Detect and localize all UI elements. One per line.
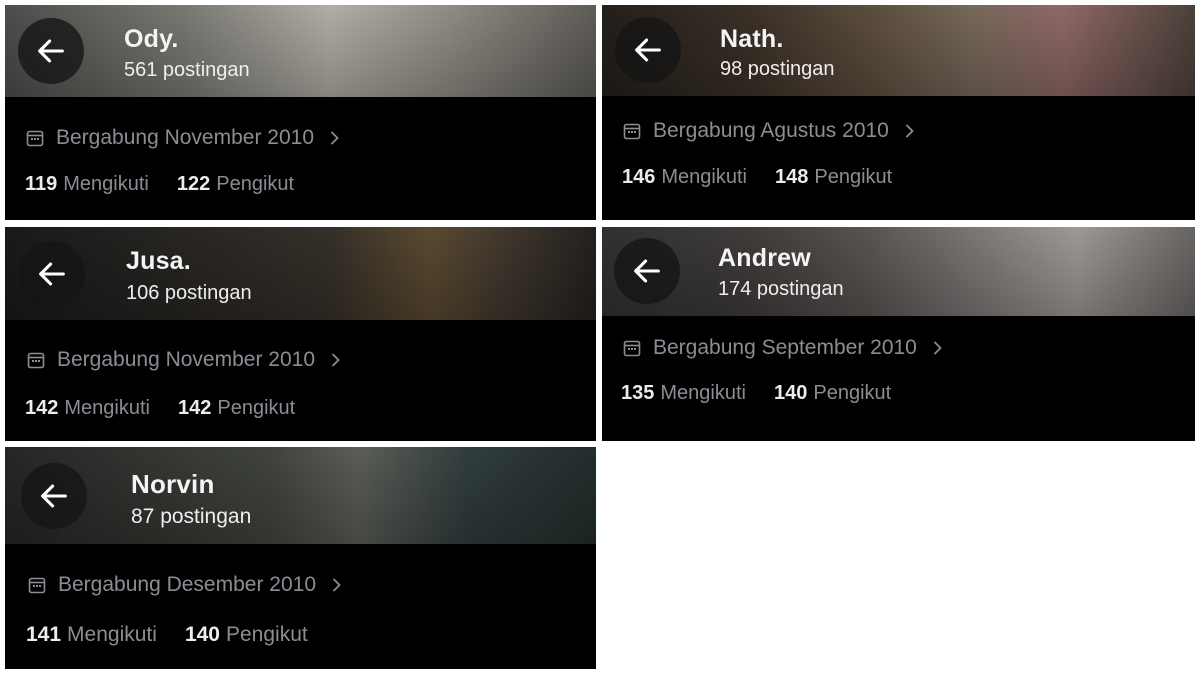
calendar-icon xyxy=(28,577,46,594)
back-button[interactable] xyxy=(19,241,85,307)
chevron-right-icon xyxy=(331,131,339,145)
back-button[interactable] xyxy=(18,18,84,84)
followers-count: 140 xyxy=(184,623,220,646)
profile-banner xyxy=(5,227,596,320)
join-date-row[interactable]: Bergabung September 2010 xyxy=(623,336,945,360)
following-count: 146 xyxy=(622,166,656,188)
following-label: Mengikuti xyxy=(63,173,149,195)
calendar-icon xyxy=(27,352,45,369)
followers-count: 140 xyxy=(773,382,808,404)
following-count: 142 xyxy=(25,397,59,419)
post-count: 561 postingan xyxy=(124,59,250,81)
post-count: 106 postingan xyxy=(126,282,252,304)
chevron-right-icon xyxy=(332,353,340,367)
back-button[interactable] xyxy=(614,238,680,304)
arrow-left-icon xyxy=(38,39,64,63)
followers-link[interactable]: 140 Pengikut xyxy=(185,623,308,647)
follow-stats: 135 Mengikuti 140 Pengikut xyxy=(621,382,919,405)
calendar-icon xyxy=(623,123,641,140)
join-date-text: Bergabung September 2010 xyxy=(653,336,917,359)
join-date-text: Bergabung November 2010 xyxy=(57,348,316,371)
following-label: Mengikuti xyxy=(67,623,157,646)
chevron-right-icon xyxy=(333,578,341,592)
calendar-icon xyxy=(26,130,44,147)
join-date-text: Bergabung November 2010 xyxy=(56,126,315,149)
profile-name: Ody. xyxy=(124,25,179,53)
join-date-row[interactable]: Bergabung November 2010 xyxy=(26,126,342,150)
followers-count: 142 xyxy=(177,397,212,419)
following-label: Mengikuti xyxy=(661,166,747,188)
followers-label: Pengikut xyxy=(216,173,295,195)
profile-banner xyxy=(602,227,1195,316)
followers-link[interactable]: 140 Pengikut xyxy=(774,382,891,405)
followers-link[interactable]: 142 Pengikut xyxy=(178,397,295,420)
back-button[interactable] xyxy=(21,463,87,529)
join-date-text: Bergabung Agustus 2010 xyxy=(653,119,889,142)
followers-link[interactable]: 148 Pengikut xyxy=(775,166,892,189)
followers-label: Pengikut xyxy=(814,166,893,188)
profile-name: Jusa. xyxy=(126,247,191,275)
arrow-left-icon xyxy=(634,259,660,283)
profile-banner xyxy=(5,447,596,544)
following-link[interactable]: 141 Mengikuti xyxy=(26,623,157,647)
join-date-row[interactable]: Bergabung November 2010 xyxy=(27,348,343,372)
join-date-row[interactable]: Bergabung Desember 2010 xyxy=(28,573,344,597)
post-count: 87 postingan xyxy=(131,505,252,528)
profile-name: Nath. xyxy=(720,25,784,53)
following-link[interactable]: 135 Mengikuti xyxy=(621,382,746,405)
arrow-left-icon xyxy=(41,484,67,508)
following-link[interactable]: 146 Mengikuti xyxy=(622,166,747,189)
follow-stats: 146 Mengikuti 148 Pengikut xyxy=(622,166,920,189)
followers-count: 148 xyxy=(774,166,809,188)
profile-card-norvin: Norvin 87 postingan Bergabung Desember 2… xyxy=(5,447,596,669)
profile-banner xyxy=(602,5,1195,96)
post-count: 174 postingan xyxy=(718,278,844,300)
profile-name: Norvin xyxy=(131,469,215,499)
profile-card-nath: Nath. 98 postingan Bergabung Agustus 201… xyxy=(602,5,1195,220)
profile-card-jusa: Jusa. 106 postingan Bergabung November 2… xyxy=(5,227,596,441)
following-link[interactable]: 119 Mengikuti xyxy=(25,173,149,196)
calendar-icon xyxy=(623,340,641,357)
arrow-left-icon xyxy=(39,262,65,286)
follow-stats: 141 Mengikuti 140 Pengikut xyxy=(26,623,336,647)
profile-banner xyxy=(5,5,596,97)
followers-link[interactable]: 122 Pengikut xyxy=(177,173,294,196)
followers-label: Pengikut xyxy=(217,397,296,419)
join-date-row[interactable]: Bergabung Agustus 2010 xyxy=(623,119,917,143)
post-count: 98 postingan xyxy=(720,58,835,80)
followers-count: 122 xyxy=(176,173,211,195)
followers-label: Pengikut xyxy=(225,623,308,646)
follow-stats: 142 Mengikuti 142 Pengikut xyxy=(25,397,323,420)
back-button[interactable] xyxy=(615,17,681,83)
following-count: 119 xyxy=(25,173,58,195)
following-label: Mengikuti xyxy=(660,382,746,404)
arrow-left-icon xyxy=(635,38,661,62)
chevron-right-icon xyxy=(905,124,914,138)
profile-name: Andrew xyxy=(718,244,811,272)
follow-stats: 119 Mengikuti 122 Pengikut xyxy=(25,173,322,196)
followers-label: Pengikut xyxy=(813,382,892,404)
profile-card-ody: Ody. 561 postingan Bergabung November 20… xyxy=(5,5,596,220)
join-date-text: Bergabung Desember 2010 xyxy=(58,573,317,596)
following-label: Mengikuti xyxy=(64,397,150,419)
following-count: 141 xyxy=(26,623,62,646)
profile-card-andrew: Andrew 174 postingan Bergabung September… xyxy=(602,227,1195,441)
following-count: 135 xyxy=(621,382,655,404)
chevron-right-icon xyxy=(933,341,942,355)
following-link[interactable]: 142 Mengikuti xyxy=(25,397,150,420)
